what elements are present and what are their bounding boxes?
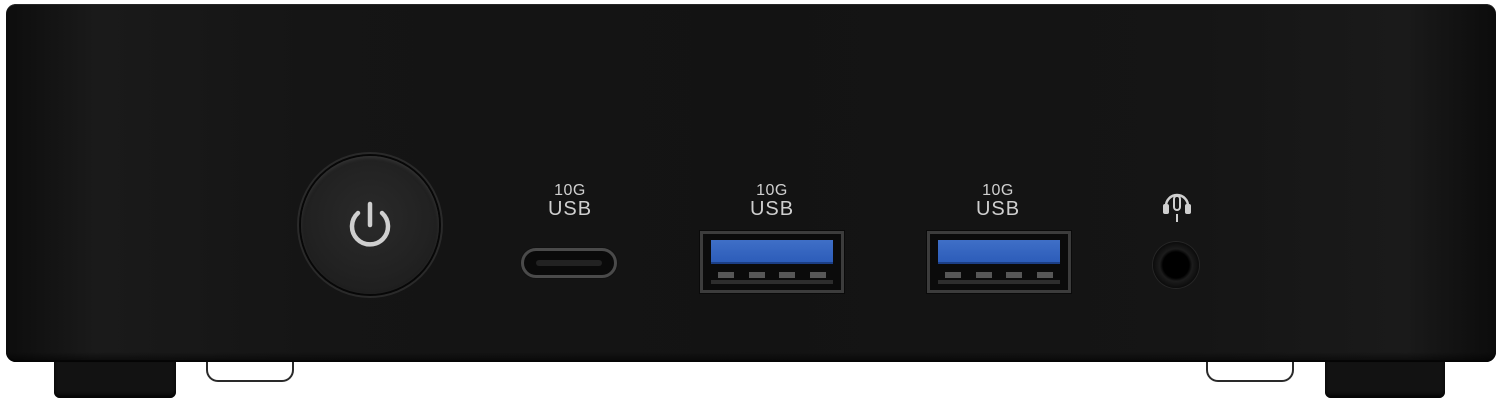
usb-a-2-tongue xyxy=(938,240,1060,264)
right-foot xyxy=(1325,362,1445,398)
usb-a-2-type: USB xyxy=(975,198,1021,220)
mini-pc-front-panel: 10G USB 10G USB 10G USB xyxy=(0,0,1500,403)
usb-a-port-1[interactable] xyxy=(700,231,844,293)
audio-jack[interactable] xyxy=(1153,242,1199,288)
left-clip xyxy=(206,362,294,382)
left-foot xyxy=(54,362,176,398)
usb-c-type: USB xyxy=(547,198,593,220)
usb-a-port-2[interactable] xyxy=(927,231,1071,293)
right-clip xyxy=(1206,362,1294,382)
usb-a-1-tongue xyxy=(711,240,833,264)
usb-a-2-label: 10G USB xyxy=(968,182,1028,220)
power-icon xyxy=(349,201,391,247)
usb-c-port[interactable] xyxy=(521,248,617,278)
usb-a-2-speed: 10G xyxy=(982,182,1014,199)
power-button[interactable] xyxy=(301,156,439,294)
usb-c-label: 10G USB xyxy=(540,182,600,220)
usb-c-speed: 10G xyxy=(554,182,586,199)
usb-a-1-label: 10G USB xyxy=(742,182,802,220)
usb-a-1-speed: 10G xyxy=(756,182,788,199)
headset-mic-icon xyxy=(1163,193,1191,222)
usb-a-1-type: USB xyxy=(749,198,795,220)
